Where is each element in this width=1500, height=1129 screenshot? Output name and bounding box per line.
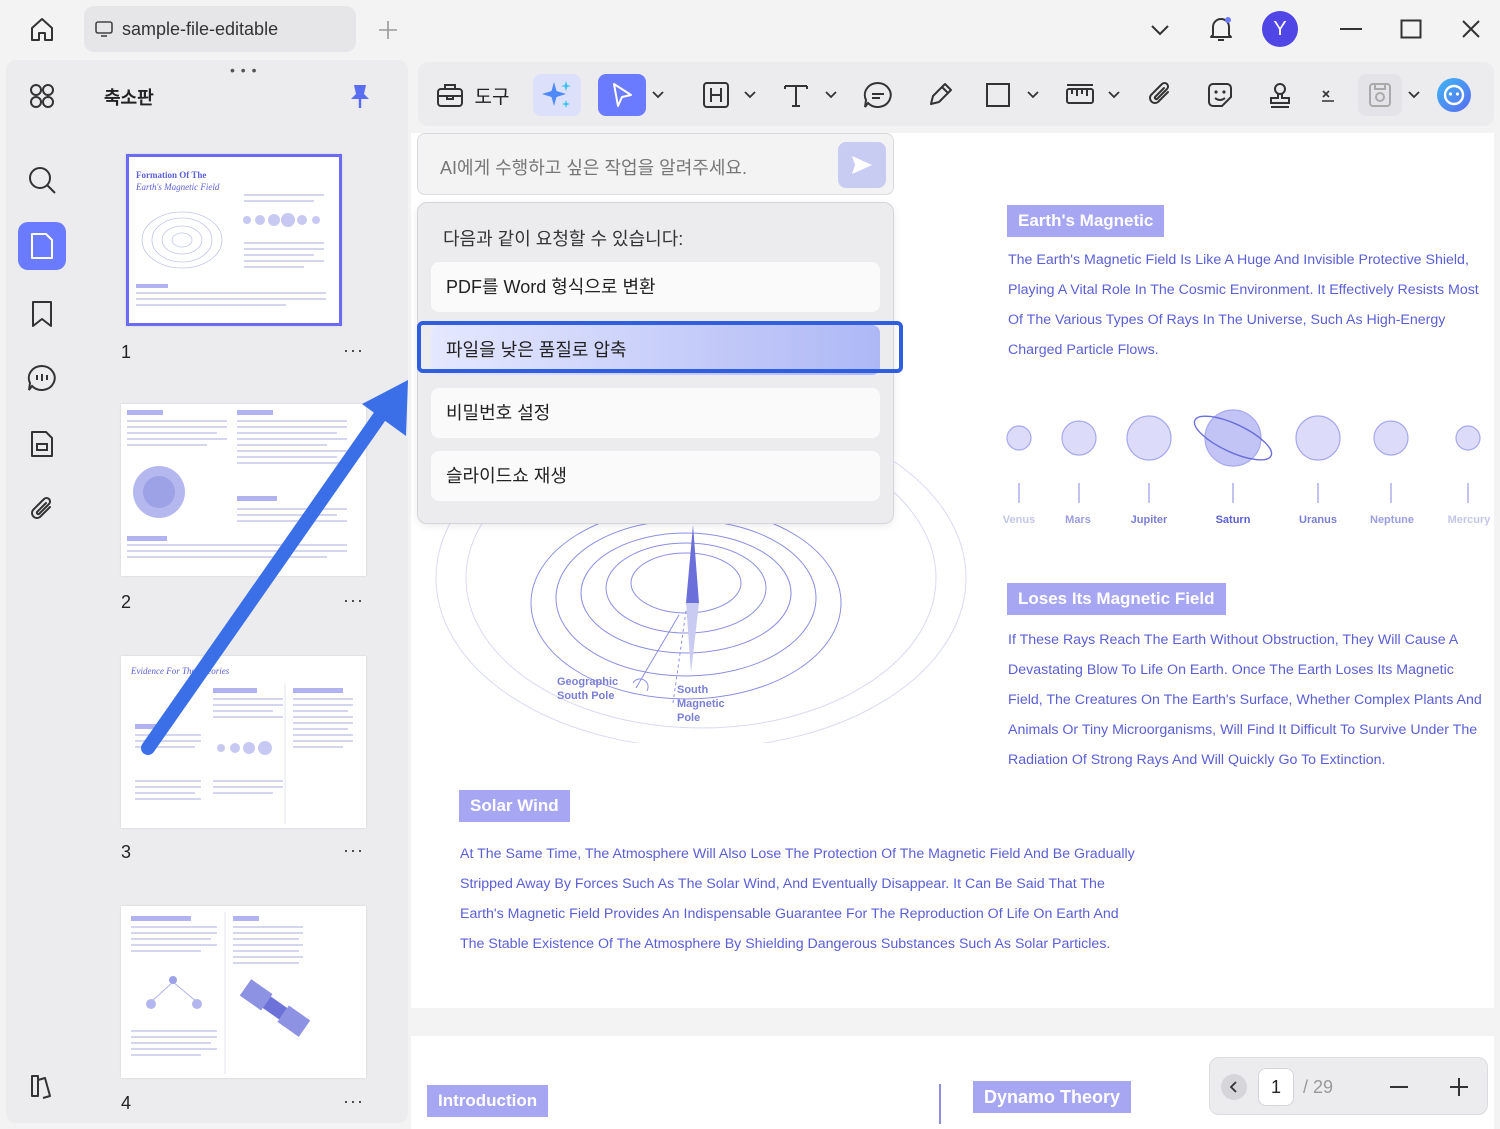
select-pointer-button[interactable]	[598, 74, 646, 116]
zoom-out-icon[interactable]	[1388, 1076, 1410, 1098]
tools-menu-button[interactable]: 도구	[432, 74, 512, 116]
planet-label-neptune: Neptune	[1370, 514, 1414, 526]
section-title-dynamo-theory: Dynamo Theory	[973, 1081, 1132, 1113]
previous-page-button[interactable]	[1221, 1074, 1247, 1100]
send-button[interactable]	[838, 142, 886, 188]
planet-label-mars: Mars	[1065, 514, 1091, 526]
ai-assistant-icon[interactable]	[1432, 74, 1476, 116]
minimize-icon[interactable]	[1336, 14, 1366, 44]
section-title-loses-magnetic-field: Loses Its Magnetic Field	[1007, 583, 1226, 615]
search-icon[interactable]	[18, 156, 66, 204]
rectangle-shape-icon[interactable]	[978, 74, 1018, 116]
suggestion-set-password[interactable]: 비밀번호 설정	[431, 388, 880, 438]
total-pages: / 29	[1303, 1077, 1334, 1097]
form-page-icon[interactable]	[18, 420, 66, 468]
thumb-more-button[interactable]: ···	[343, 340, 364, 361]
page-thumbnail-1[interactable]: Formation Of The Earth's Magnetic Field	[126, 154, 342, 326]
highlight-frame	[417, 321, 903, 373]
chevron-down-icon[interactable]	[1104, 74, 1124, 116]
section2-paragraph: If These Rays Reach The Earth Without Ob…	[1008, 632, 1482, 768]
planet-label-mercury: Mercury	[1447, 514, 1491, 526]
thumb-page-number: 1	[121, 342, 132, 362]
attachment-icon[interactable]	[1140, 74, 1180, 116]
chevron-down-icon[interactable]	[1146, 16, 1174, 44]
chevron-down-icon[interactable]	[740, 74, 760, 116]
page-thumbnail-4[interactable]	[121, 906, 366, 1078]
thumb-more-button[interactable]: ···	[343, 840, 364, 861]
title-bar: sample-file-editable Y	[0, 0, 1500, 58]
main-toolbar: 도구	[418, 62, 1494, 126]
chevron-down-icon[interactable]	[821, 74, 841, 116]
planets-illustration	[1006, 409, 1481, 503]
avatar[interactable]: Y	[1262, 11, 1298, 47]
home-icon[interactable]	[22, 12, 62, 46]
chevron-down-icon[interactable]	[1404, 74, 1424, 116]
measure-ruler-icon[interactable]	[1060, 74, 1100, 116]
send-icon	[852, 156, 872, 174]
zoom-in-icon[interactable]	[1448, 1076, 1470, 1098]
panel-drag-handle[interactable]: • • •	[230, 62, 257, 78]
text-icon[interactable]	[776, 74, 816, 116]
close-icon[interactable]	[1456, 14, 1486, 44]
planet-label-uranus: Uranus	[1299, 514, 1337, 526]
sticker-icon[interactable]	[1200, 74, 1240, 116]
suggestion-convert-to-word[interactable]: PDF를 Word 형식으로 변환	[431, 262, 880, 312]
toolbox-icon	[435, 80, 465, 110]
thumb-page-number: 3	[121, 842, 132, 862]
bookmark-icon[interactable]	[18, 290, 66, 338]
section1-paragraph: The Earth's Magnetic Field Is Like A Hug…	[1008, 252, 1479, 358]
section-title-introduction: Introduction	[427, 1085, 549, 1117]
bell-icon[interactable]	[1204, 12, 1238, 46]
diagram-label-geographic-south-pole: Geographic South Pole	[557, 676, 619, 702]
planet-label-saturn: Saturn	[1215, 514, 1251, 526]
page-number-input[interactable]: 1	[1258, 1068, 1294, 1106]
maximize-icon[interactable]	[1396, 14, 1426, 44]
tools-label: 도구	[474, 86, 510, 108]
signature-icon[interactable]	[1316, 74, 1340, 116]
thumbnails-page-icon[interactable]	[18, 222, 66, 270]
layers-icon[interactable]	[18, 1062, 66, 1110]
attachment-icon[interactable]	[18, 486, 66, 534]
suggestions-heading: 다음과 같이 요청할 수 있습니다:	[443, 229, 684, 249]
stamp-icon[interactable]	[1260, 74, 1300, 116]
left-rail	[6, 60, 78, 1123]
panel-title: 축소판	[104, 88, 154, 108]
apps-grid-icon[interactable]	[18, 72, 66, 120]
ai-prompt-placeholder: AI에게 수행하고 싶은 작업을 알려주세요.	[440, 158, 747, 178]
ai-sparkle-button[interactable]	[533, 74, 581, 116]
chevron-down-icon[interactable]	[648, 74, 668, 116]
chevron-down-icon[interactable]	[1023, 74, 1043, 116]
page-navigator: 1 / 29	[1209, 1057, 1488, 1115]
heading-icon[interactable]	[696, 74, 736, 116]
thumb-subheading: Earth's Magnetic Field	[136, 182, 220, 192]
section3-paragraph: At The Same Time, The Atmosphere Will Al…	[460, 846, 1135, 952]
planet-label-jupiter: Jupiter	[1130, 514, 1168, 526]
thumb-page-number: 4	[121, 1093, 132, 1113]
thumb-more-button[interactable]: ···	[343, 1091, 364, 1112]
diagram-label-south-magnetic-pole: South Magnetic Pole	[677, 684, 725, 724]
comment-icon[interactable]	[18, 354, 66, 402]
ai-prompt-input[interactable]: AI에게 수행하고 싶은 작업을 알려주세요.	[417, 133, 894, 195]
save-icon[interactable]	[1358, 74, 1402, 116]
comment-note-icon[interactable]	[858, 74, 898, 116]
section-title-solar-wind: Solar Wind	[459, 790, 570, 822]
new-tab-plus-icon[interactable]	[374, 16, 402, 44]
chevron-left-icon	[1229, 1081, 1237, 1093]
section-title-earths-magnetic: Earth's Magnetic	[1007, 205, 1165, 237]
thumb-heading: Formation Of The	[136, 170, 207, 180]
annotation-arrow	[141, 380, 408, 755]
pen-icon[interactable]	[920, 74, 960, 116]
suggestion-play-slideshow[interactable]: 슬라이드쇼 재생	[431, 451, 880, 501]
monitor-icon	[94, 20, 114, 38]
pin-icon[interactable]	[348, 82, 372, 110]
tab-title: sample-file-editable	[122, 18, 279, 39]
column-divider	[939, 1084, 941, 1124]
document-tab[interactable]: sample-file-editable	[84, 6, 356, 52]
